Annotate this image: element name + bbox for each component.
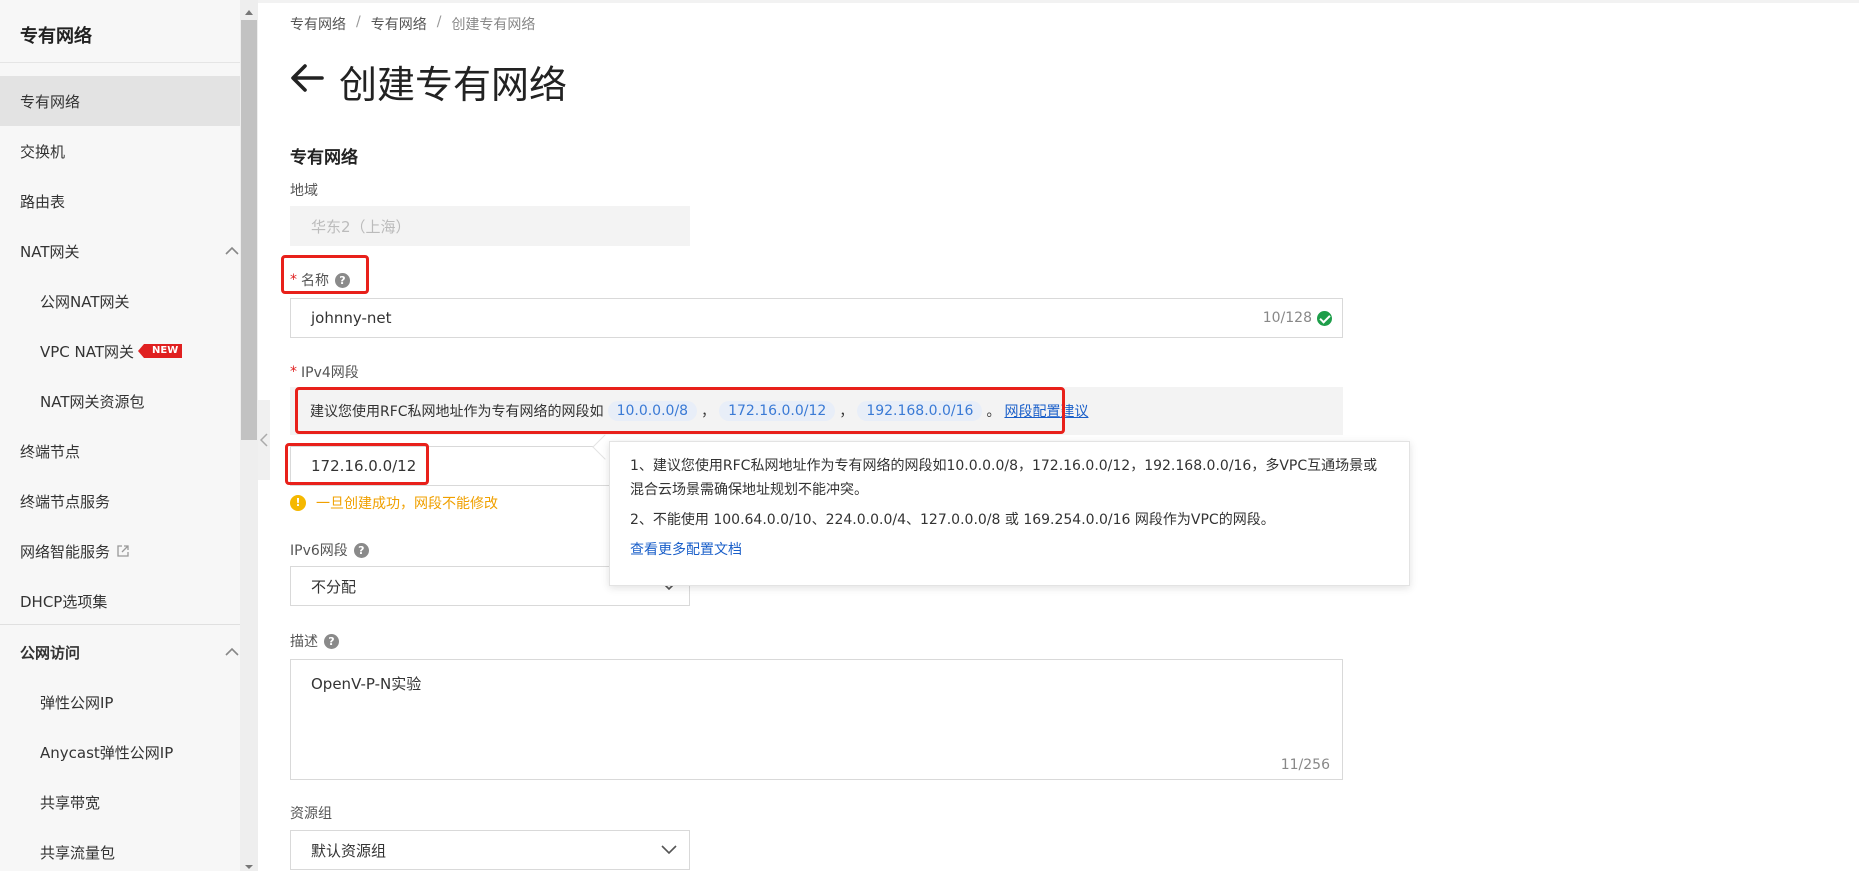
- help-icon[interactable]: ?: [324, 633, 339, 649]
- ipv4-warning: ! 一旦创建成功，网段不能修改: [290, 493, 498, 513]
- sidebar-item-dhcp[interactable]: DHCP选项集: [0, 576, 240, 626]
- sidebar-item-vpc[interactable]: 专有网络: [0, 76, 240, 126]
- description-value: OpenV-P-N实验: [311, 675, 422, 693]
- breadcrumb: 专有网络 / 专有网络 / 创建专有网络: [290, 14, 535, 34]
- tooltip-line: 1、建议您使用RFC私网地址作为专有网络的网段如10.0.0.0/8，172.1…: [630, 458, 1378, 498]
- scroll-down-icon[interactable]: [244, 864, 254, 870]
- resource-group-select[interactable]: 默认资源组: [290, 830, 690, 870]
- breadcrumb-separator: /: [356, 14, 361, 30]
- divider: [0, 624, 240, 625]
- sidebar-item-shared-traffic[interactable]: 共享流量包: [0, 827, 240, 871]
- breadcrumb-item[interactable]: 专有网络: [371, 14, 427, 34]
- sidebar-item-label: 公网NAT网关: [40, 292, 130, 311]
- chevron-up-icon: [225, 647, 239, 656]
- sidebar-scroll-thumb[interactable]: [241, 20, 257, 440]
- sidebar-item-label: 网络智能服务: [20, 542, 111, 561]
- tooltip-line: 2、不能使用 100.64.0.0/10、224.0.0.0/4、127.0.0…: [630, 512, 1275, 528]
- scroll-up-icon[interactable]: [244, 8, 254, 16]
- ipv6-label: IPv6网段 ?: [290, 540, 369, 560]
- required-mark: *: [290, 364, 297, 380]
- highlight-box: [285, 443, 429, 485]
- help-icon[interactable]: ?: [353, 542, 369, 558]
- top-strip: [0, 0, 1859, 3]
- sidebar-item-public-nat[interactable]: 公网NAT网关: [0, 276, 240, 326]
- breadcrumb-item[interactable]: 专有网络: [290, 14, 346, 34]
- sidebar-item-network-intelligence[interactable]: 网络智能服务: [0, 526, 240, 576]
- sidebar-item-label: 共享带宽: [40, 793, 101, 812]
- sidebar-item-label: 路由表: [20, 192, 66, 211]
- char-counter: 10/128: [1262, 310, 1312, 326]
- sidebar-item-label: Anycast弹性公网IP: [40, 743, 174, 762]
- region-field: 华东2（上海）: [290, 206, 690, 246]
- name-value: johnny-net: [311, 309, 392, 327]
- back-arrow-icon[interactable]: [290, 62, 324, 94]
- description-label: 描述 ?: [290, 631, 339, 651]
- sidebar-item-endpoint-service[interactable]: 终端节点服务: [0, 476, 240, 526]
- highlight-box: [281, 255, 369, 294]
- warning-text: 一旦创建成功，网段不能修改: [316, 496, 498, 512]
- sidebar-item-eip[interactable]: 弹性公网IP: [0, 677, 240, 727]
- label-text: 地域: [290, 183, 318, 199]
- chevron-down-icon: [661, 845, 677, 855]
- docs-link[interactable]: 查看更多配置文档: [630, 542, 742, 558]
- sidebar-item-label: 终端节点: [20, 442, 81, 461]
- sidebar-item-label: 共享流量包: [40, 843, 116, 862]
- sidebar: 专有网络 专有网络 交换机 路由表 NAT网关 公网NAT网关 VPC NAT网…: [0, 0, 240, 871]
- sidebar-item-nat-package[interactable]: NAT网关资源包: [0, 376, 240, 426]
- sidebar-collapse-handle[interactable]: [258, 400, 270, 480]
- name-input[interactable]: johnny-net 10/128: [290, 298, 1343, 338]
- description-textarea[interactable]: OpenV-P-N实验 11/256: [290, 659, 1343, 780]
- new-badge: NEW: [137, 344, 183, 358]
- sidebar-item-label: NAT网关: [20, 242, 80, 261]
- region-value: 华东2（上海）: [311, 217, 411, 236]
- resource-group-value: 默认资源组: [311, 841, 387, 860]
- sidebar-item-label: NAT网关资源包: [40, 392, 145, 411]
- label-text: IPv6网段: [290, 543, 348, 559]
- cidr-tooltip: 1、建议您使用RFC私网地址作为专有网络的网段如10.0.0.0/8，172.1…: [609, 441, 1410, 586]
- sidebar-title: 专有网络: [20, 26, 92, 47]
- chevron-up-icon: [225, 246, 239, 255]
- page-title: 创建专有网络: [339, 63, 568, 107]
- divider: [0, 62, 240, 63]
- sidebar-item-vswitch[interactable]: 交换机: [0, 126, 240, 176]
- label-text: IPv4网段: [301, 365, 359, 381]
- breadcrumb-current: 创建专有网络: [451, 17, 536, 33]
- ipv6-value: 不分配: [311, 577, 357, 596]
- char-counter: 11/256: [1280, 757, 1330, 773]
- sidebar-item-endpoint[interactable]: 终端节点: [0, 426, 240, 476]
- sidebar-item-label: 终端节点服务: [20, 492, 111, 511]
- check-circle-icon: [1317, 310, 1332, 326]
- warning-icon: !: [290, 495, 306, 511]
- sidebar-item-anycast-eip[interactable]: Anycast弹性公网IP: [0, 727, 240, 777]
- chevron-left-icon: [260, 433, 268, 447]
- resource-group-label: 资源组: [290, 803, 332, 823]
- sidebar-item-label: 公网访问: [20, 643, 81, 662]
- section-title: 专有网络: [290, 148, 358, 168]
- sidebar-item-label: DHCP选项集: [20, 592, 108, 611]
- sidebar-item-label: 交换机: [20, 142, 66, 161]
- sidebar-item-label: 专有网络: [20, 92, 81, 111]
- highlight-box: [295, 387, 1065, 434]
- sidebar-item-vpc-nat[interactable]: VPC NAT网关 NEW: [0, 326, 240, 376]
- label-text: 资源组: [290, 806, 332, 822]
- ipv4-label: * IPv4网段: [290, 362, 359, 382]
- sidebar-item-label: VPC NAT网关: [40, 342, 135, 361]
- label-text: 描述: [290, 634, 318, 650]
- sidebar-group-public-access[interactable]: 公网访问: [0, 627, 240, 677]
- sidebar-group-nat-gateway[interactable]: NAT网关: [0, 226, 240, 276]
- sidebar-item-label: 弹性公网IP: [40, 693, 114, 712]
- external-link-icon: [117, 545, 129, 557]
- breadcrumb-separator: /: [436, 14, 442, 30]
- region-label: 地域: [290, 180, 318, 200]
- sidebar-item-route-table[interactable]: 路由表: [0, 176, 240, 226]
- sidebar-item-shared-bandwidth[interactable]: 共享带宽: [0, 777, 240, 827]
